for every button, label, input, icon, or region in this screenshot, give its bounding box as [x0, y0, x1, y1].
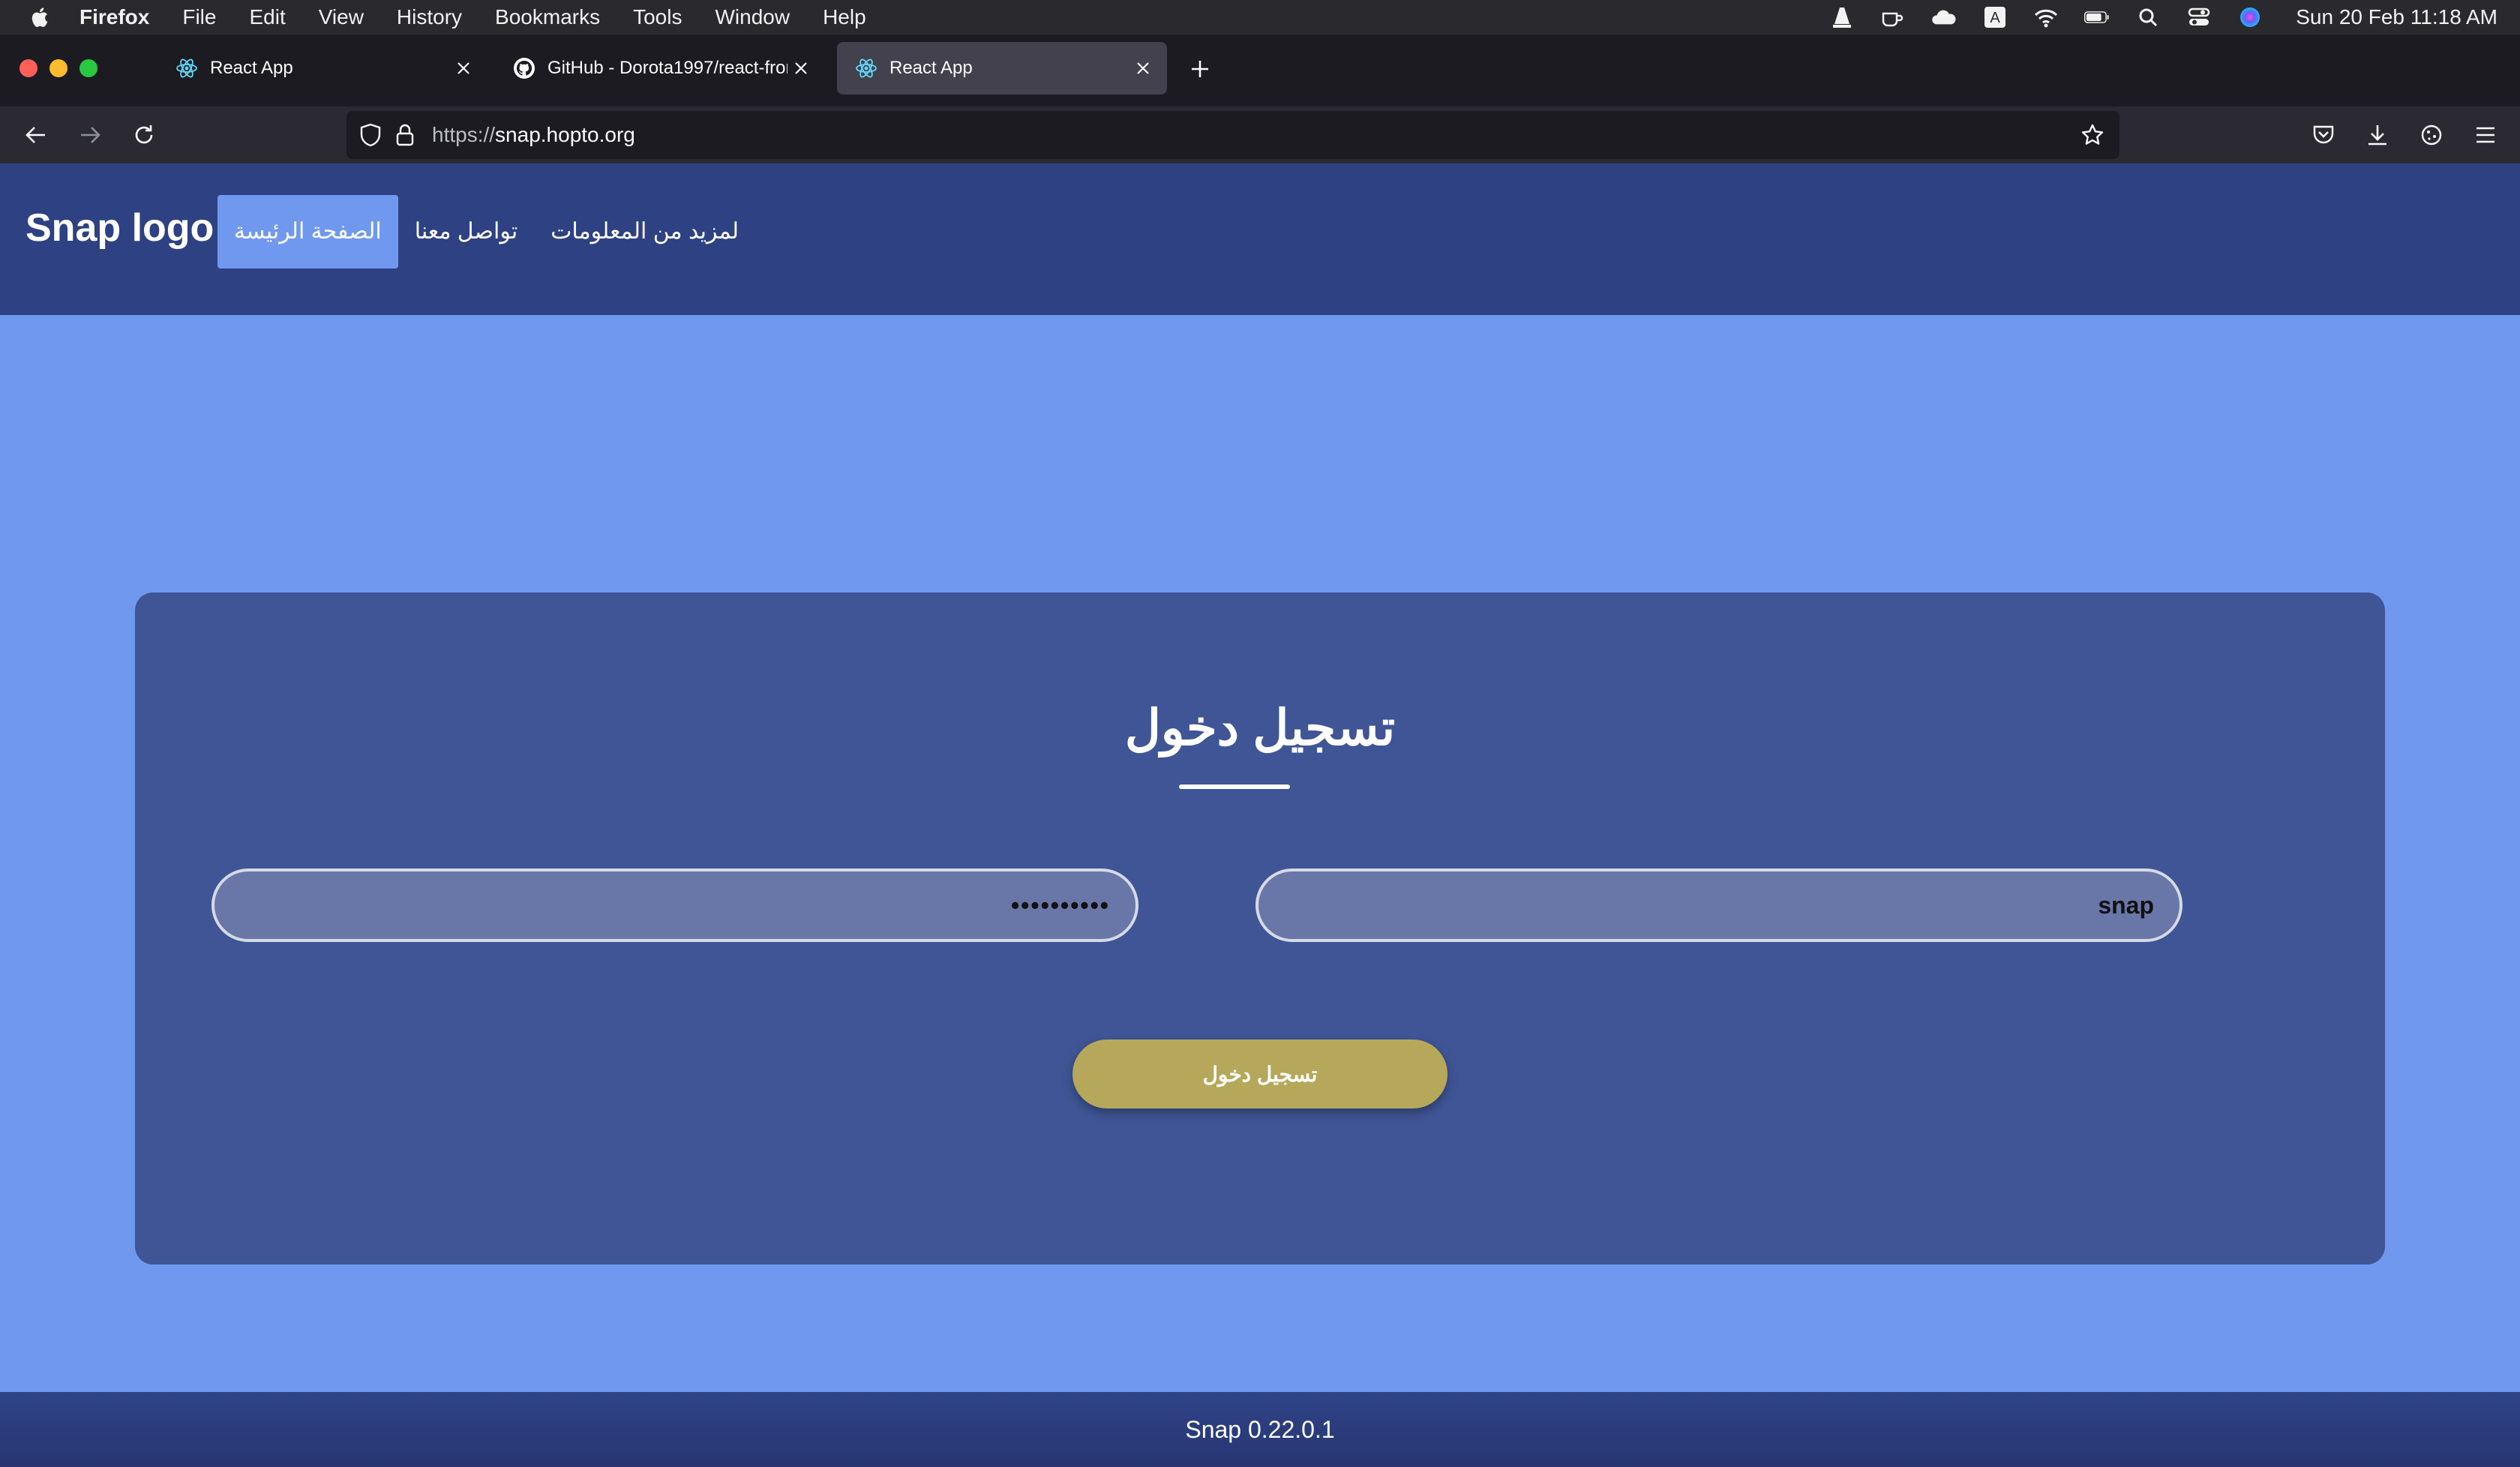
login-card: تسجيل دخول •••••••••• snap تسجيل دخول [135, 592, 2385, 1264]
tab-strip: React App GitHub - Dorota1997/react-fron… [0, 34, 2520, 106]
menubar-clock[interactable]: Sun 20 Feb 11:18 AM [2296, 5, 2498, 29]
battery-icon[interactable] [2084, 6, 2110, 28]
pocket-icon[interactable] [2307, 118, 2340, 152]
url-scheme: https:// [432, 123, 496, 146]
tab-title: React App [210, 58, 293, 78]
site-footer: Snap 0.22.0.1 [0, 1392, 2520, 1467]
login-button[interactable]: تسجيل دخول [1072, 1040, 1448, 1108]
menu-bookmarks[interactable]: Bookmarks [495, 5, 600, 29]
url-host: snap.hopto.org [495, 123, 635, 146]
tab-react-app-1[interactable]: React App [158, 42, 488, 94]
tracking-protection-shield-icon[interactable] [357, 122, 384, 148]
forward-button[interactable] [74, 118, 106, 152]
navigation-toolbar: https://snap.hopto.org [0, 106, 2520, 164]
downloads-icon[interactable] [2361, 118, 2394, 152]
react-icon [176, 58, 197, 78]
web-page: Snap logo الصفحة الرئيسة تواصل معنا لمزي… [0, 164, 2520, 1467]
reload-icon [135, 125, 153, 144]
nav-link-more-info[interactable]: لمزيد من المعلومات [534, 195, 755, 268]
close-tab-icon[interactable] [788, 55, 814, 82]
window-controls [20, 59, 98, 77]
close-tab-icon[interactable] [450, 55, 477, 82]
title-underline [1179, 784, 1290, 789]
input-source-letter: A [1990, 10, 2001, 26]
zoom-window-button[interactable] [80, 59, 98, 77]
siri-icon[interactable] [2237, 6, 2263, 28]
spotlight-search-icon[interactable] [2135, 6, 2161, 28]
back-button[interactable] [20, 118, 52, 152]
menu-tools[interactable]: Tools [633, 5, 682, 29]
menu-edit[interactable]: Edit [249, 5, 285, 29]
site-nav: الصفحة الرئيسة تواصل معنا لمزيد من المعل… [218, 195, 755, 268]
macos-menu-bar: Firefox File Edit View History Bookmarks… [0, 0, 2520, 34]
apple-icon[interactable] [28, 6, 50, 28]
extensions-cookie-icon[interactable] [2415, 118, 2448, 152]
input-source-icon[interactable]: A [1982, 6, 2008, 28]
menu-view[interactable]: View [319, 5, 364, 29]
coffee-cup-icon[interactable] [1880, 6, 1906, 28]
login-title: تسجيل دخول [1124, 700, 1396, 755]
password-field[interactable]: •••••••••• [212, 868, 1138, 942]
tab-title: React App [890, 58, 973, 78]
reload-button[interactable] [128, 118, 160, 152]
version-text: Snap 0.22.0.1 [1185, 1415, 1335, 1443]
minimize-window-button[interactable] [50, 59, 68, 77]
toolbar-right [2307, 118, 2502, 152]
lock-icon[interactable] [392, 122, 418, 148]
close-tab-icon[interactable] [1130, 55, 1156, 82]
tab-title: GitHub - Dorota1997/react-front [548, 58, 788, 78]
wifi-icon[interactable] [2033, 6, 2059, 28]
menu-app-name[interactable]: Firefox [80, 5, 149, 29]
close-window-button[interactable] [20, 59, 38, 77]
arrow-right-icon [81, 127, 100, 143]
url-bar[interactable]: https://snap.hopto.org [346, 111, 2120, 159]
tab-react-app-active[interactable]: React App [837, 42, 1167, 94]
cloud-icon[interactable] [1931, 6, 1957, 28]
nav-link-contact[interactable]: تواصل معنا [398, 195, 534, 268]
github-icon [514, 58, 535, 79]
menu-help[interactable]: Help [823, 5, 866, 29]
plus-icon [1192, 61, 1208, 77]
arrow-left-icon [26, 127, 45, 143]
react-icon [856, 58, 877, 78]
new-tab-button[interactable] [1185, 54, 1215, 84]
menu-file[interactable]: File [182, 5, 216, 29]
nav-link-home[interactable]: الصفحة الرئيسة [218, 195, 398, 268]
vlc-cone-icon[interactable] [1829, 6, 1855, 28]
tab-github[interactable]: GitHub - Dorota1997/react-front [495, 42, 825, 94]
bookmark-star-icon[interactable] [2079, 122, 2106, 148]
menu-window[interactable]: Window [715, 5, 790, 29]
status-area: A Sun 20 Feb 11:18 AM [1829, 0, 2498, 34]
menu-history[interactable]: History [397, 5, 462, 29]
site-header: Snap logo الصفحة الرئيسة تواصل معنا لمزي… [0, 164, 2520, 315]
site-logo[interactable]: Snap logo [26, 206, 214, 250]
username-field[interactable]: snap [1256, 868, 2182, 942]
hamburger-menu-icon[interactable] [2469, 118, 2502, 152]
control-center-icon[interactable] [2186, 6, 2212, 28]
url-text[interactable]: https://snap.hopto.org [432, 123, 635, 147]
